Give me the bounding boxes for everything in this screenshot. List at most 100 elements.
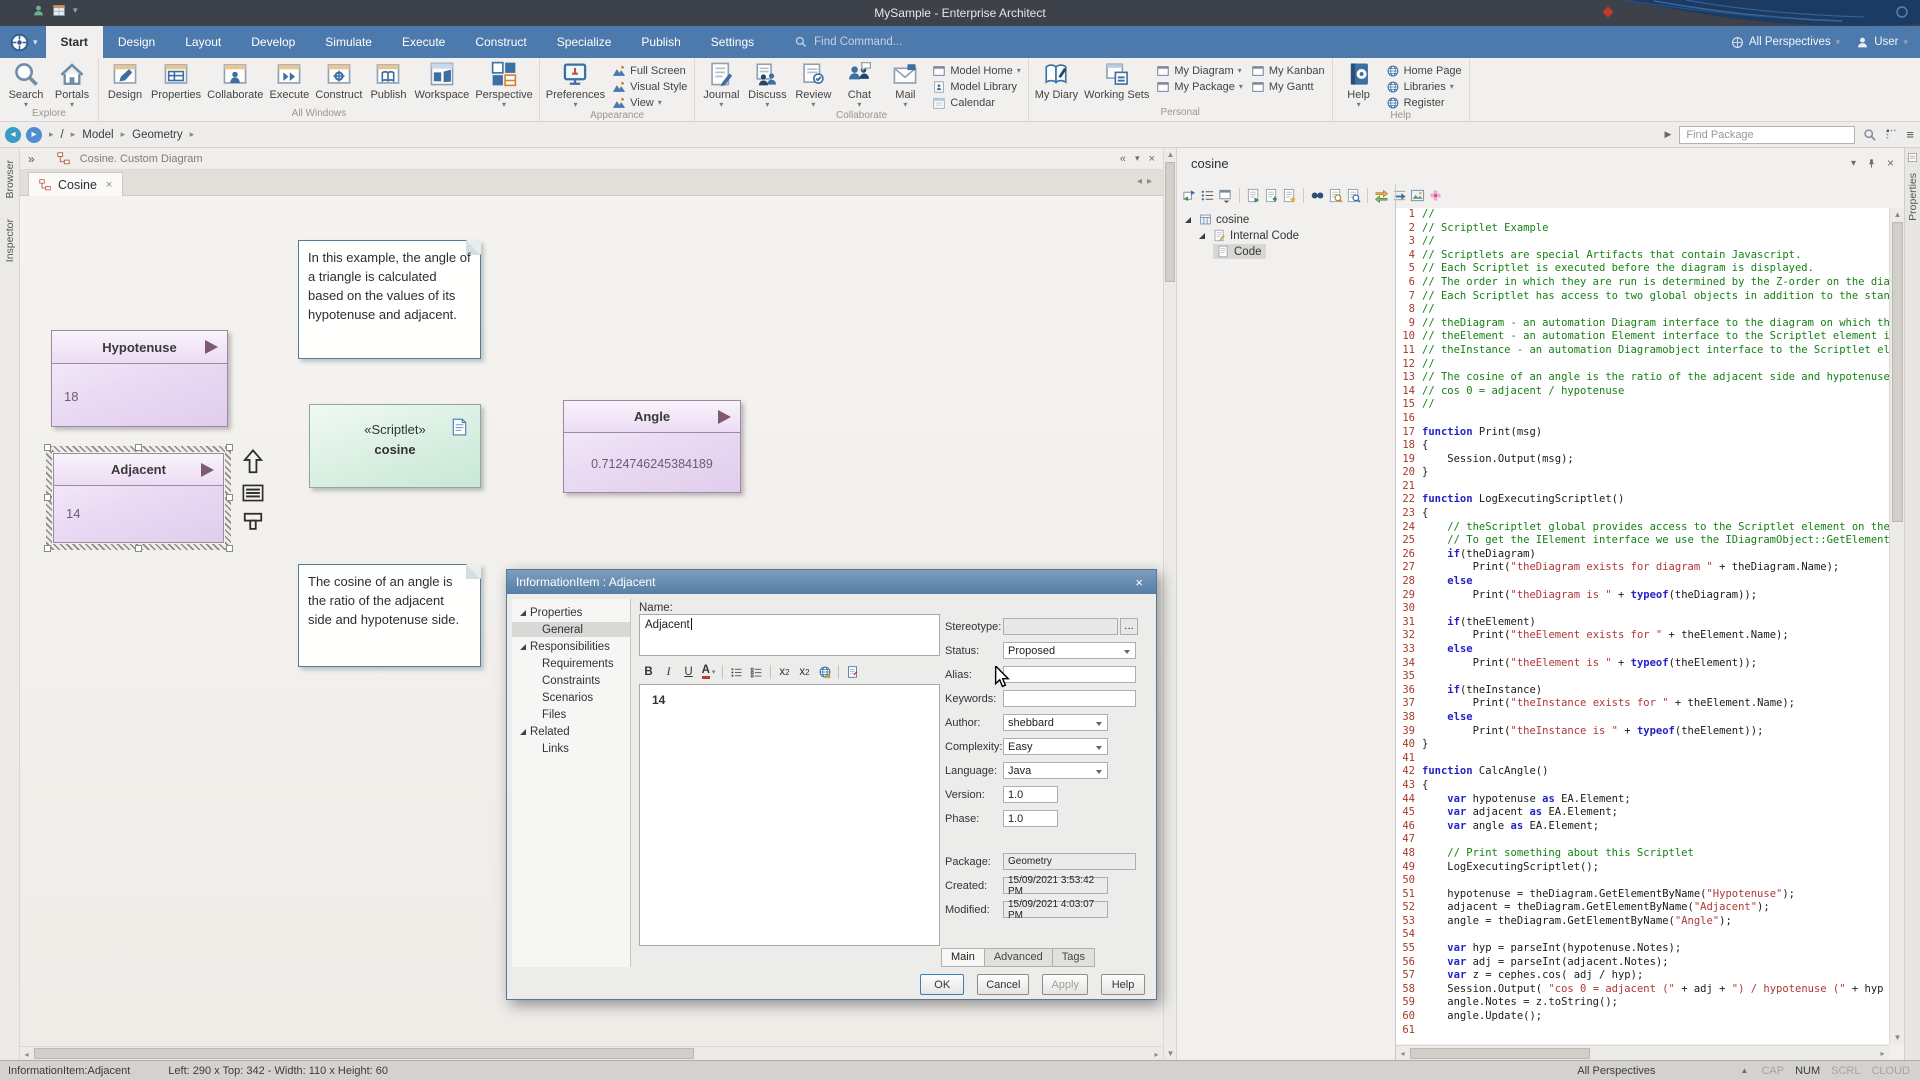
ribbon-item-collaborate[interactable]: Collaborate <box>204 59 266 101</box>
ribbon-tab-execute[interactable]: Execute <box>387 26 460 58</box>
help-button[interactable]: Help <box>1101 974 1145 995</box>
ribbon-tab-simulate[interactable]: Simulate <box>310 26 387 58</box>
ribbon-item-full-screen[interactable]: Full Screen <box>612 63 687 78</box>
ribbon-item-register[interactable]: Register <box>1386 95 1462 110</box>
find-command-box[interactable]: Find Command... <box>795 26 902 58</box>
dialog-tree-links[interactable]: Links <box>512 741 630 756</box>
address-dots-icon[interactable] <box>1885 128 1898 141</box>
dialog-tab-tags[interactable]: Tags <box>1053 948 1095 967</box>
ribbon-tab-start[interactable]: Start <box>46 26 103 58</box>
toolbar-import-icon[interactable] <box>1264 188 1279 203</box>
notes-bullets-icon[interactable] <box>727 663 746 681</box>
perspectives-menu[interactable]: All Perspectives▾ <box>1731 36 1840 49</box>
pin-icon[interactable] <box>1866 158 1877 169</box>
notes-italic-icon[interactable]: I <box>659 663 678 681</box>
quick-access-caret-icon[interactable]: ▾ <box>73 5 78 16</box>
field-status[interactable]: Proposed <box>1003 642 1136 659</box>
ribbon-item-execute[interactable]: Execute <box>266 59 312 101</box>
ribbon-item-help[interactable]: Help▾ <box>1336 59 1382 108</box>
ribbon-item-publish[interactable]: Publish <box>365 59 411 101</box>
ribbon-item-discuss[interactable]: Discuss▾ <box>744 59 790 108</box>
breadcrumb-item-geometry[interactable]: Geometry <box>132 129 183 141</box>
notes-bold-icon[interactable]: B <box>639 663 658 681</box>
code-vertical-scrollbar[interactable]: ▲ ▼ <box>1889 208 1904 1044</box>
dialog-tree-general[interactable]: General <box>512 622 630 637</box>
field-keywords[interactable] <box>1003 690 1136 707</box>
ribbon-item-my-gantt[interactable]: My Gantt <box>1251 79 1325 94</box>
ribbon-tab-publish[interactable]: Publish <box>626 26 695 58</box>
toolbar-sync-icon[interactable] <box>1182 188 1197 203</box>
name-field[interactable]: Adjacent <box>639 614 940 656</box>
field-complexity[interactable]: Easy <box>1003 738 1108 755</box>
dialog-tab-main[interactable]: Main <box>941 948 985 967</box>
panel-tree-internal-code[interactable]: Internal Code <box>1179 228 1393 243</box>
ribbon-item-properties[interactable]: Properties <box>148 59 204 101</box>
toolbar-list-icon[interactable] <box>1200 188 1215 203</box>
dialog-tree-constraints[interactable]: Constraints <box>512 673 630 688</box>
code-horizontal-scrollbar[interactable]: ◂ ▸ <box>1396 1045 1889 1060</box>
toolbar-run-icon[interactable] <box>1246 188 1261 203</box>
canvas-horizontal-scrollbar[interactable]: ◂ ▸ <box>20 1046 1163 1060</box>
ribbon-tab-develop[interactable]: Develop <box>236 26 310 58</box>
ribbon-item-preferences[interactable]: Preferences▾ <box>543 59 608 108</box>
ribbon-item-model-home[interactable]: Model Home▾ <box>932 63 1020 78</box>
close-diagram-strip-icon[interactable]: × <box>1149 153 1155 165</box>
notes-document-icon[interactable] <box>843 663 862 681</box>
ribbon-item-home-page[interactable]: Home Page <box>1386 63 1462 78</box>
panel-menu-caret-icon[interactable]: ▾ <box>1851 158 1856 169</box>
note-element-top[interactable]: In this example, the angle of a triangle… <box>298 240 481 359</box>
user-menu[interactable]: User▾ <box>1856 36 1908 49</box>
tab-scroll-arrows[interactable]: ◂▸ <box>1137 176 1157 187</box>
collapse-left-icon[interactable]: « <box>1120 153 1126 165</box>
hypotenuse-element[interactable]: Hypotenuse 18 <box>51 330 228 427</box>
quicklink-list-icon[interactable] <box>242 484 264 502</box>
ellipsis-button[interactable]: … <box>1120 618 1138 635</box>
toolbar-find-icon[interactable] <box>1310 188 1325 203</box>
dialog-tree-files[interactable]: Files <box>512 707 630 722</box>
notes-hyperlink-icon[interactable] <box>815 663 834 681</box>
toolbar-img-icon[interactable] <box>1410 188 1425 203</box>
ribbon-item-search[interactable]: Search▾ <box>3 59 49 108</box>
note-element-bottom[interactable]: The cosine of an angle is the ratio of t… <box>298 564 481 667</box>
dialog-tab-advanced[interactable]: Advanced <box>985 948 1053 967</box>
scriptlet-element[interactable]: «Scriptlet» cosine <box>309 404 481 488</box>
dialog-close-icon[interactable]: × <box>1131 575 1147 590</box>
field-phase[interactable]: 1.0 <box>1003 810 1058 827</box>
dialog-tree-related[interactable]: Related <box>512 724 630 739</box>
tab-cosine[interactable]: Cosine × <box>28 172 123 196</box>
panel-tree-cosine[interactable]: cosine <box>1179 212 1393 227</box>
ribbon-item-review[interactable]: Review▾ <box>790 59 836 108</box>
dialog-tree-requirements[interactable]: Requirements <box>512 656 630 671</box>
ok-button[interactable]: OK <box>920 974 964 995</box>
find-package-input[interactable]: Find Package <box>1679 126 1855 144</box>
quick-access-user-icon[interactable] <box>32 4 45 17</box>
toolbar-searchdoc-icon[interactable] <box>1346 188 1361 203</box>
ribbon-item-my-package[interactable]: My Package▾ <box>1156 79 1243 94</box>
notes-underline-icon[interactable]: U <box>679 663 698 681</box>
ribbon-tab-settings[interactable]: Settings <box>696 26 769 58</box>
field-author[interactable]: shebbard <box>1003 714 1108 731</box>
breadcrumb-item--[interactable]: / <box>61 129 64 141</box>
ribbon-tab-specialize[interactable]: Specialize <box>542 26 627 58</box>
ribbon-item-visual-style[interactable]: Visual Style <box>612 79 687 94</box>
ribbon-item-calendar[interactable]: Calendar <box>932 95 1020 110</box>
ribbon-tab-construct[interactable]: Construct <box>460 26 541 58</box>
cancel-button[interactable]: Cancel <box>977 974 1029 995</box>
hamburger-menu-icon[interactable]: ≡ <box>1906 127 1914 142</box>
ribbon-item-workspace[interactable]: Workspace <box>411 59 472 101</box>
notes-fontcolor-icon[interactable]: A▾ <box>699 663 718 681</box>
notes-superscript-icon[interactable]: x2 <box>775 663 794 681</box>
find-package-search-icon[interactable] <box>1863 128 1877 142</box>
field-language[interactable]: Java <box>1003 762 1108 779</box>
toolbar-swap-icon[interactable] <box>1374 188 1389 203</box>
toolbar-new-icon[interactable] <box>1282 188 1297 203</box>
stereotype-field[interactable] <box>1003 618 1118 635</box>
app-menu-button[interactable]: ▾ <box>10 31 38 53</box>
dialog-tree-properties[interactable]: Properties <box>512 605 630 620</box>
ribbon-item-mail[interactable]: Mail▾ <box>882 59 928 108</box>
notes-subscript-icon[interactable]: x2 <box>795 663 814 681</box>
code-editor[interactable]: 1//2// Scriptlet Example3//4// Scriptlet… <box>1396 208 1889 1044</box>
quick-access-grid-icon[interactable] <box>52 4 66 17</box>
toolbar-win-icon[interactable] <box>1218 188 1233 203</box>
ribbon-item-my-diary[interactable]: My Diary <box>1032 59 1081 101</box>
